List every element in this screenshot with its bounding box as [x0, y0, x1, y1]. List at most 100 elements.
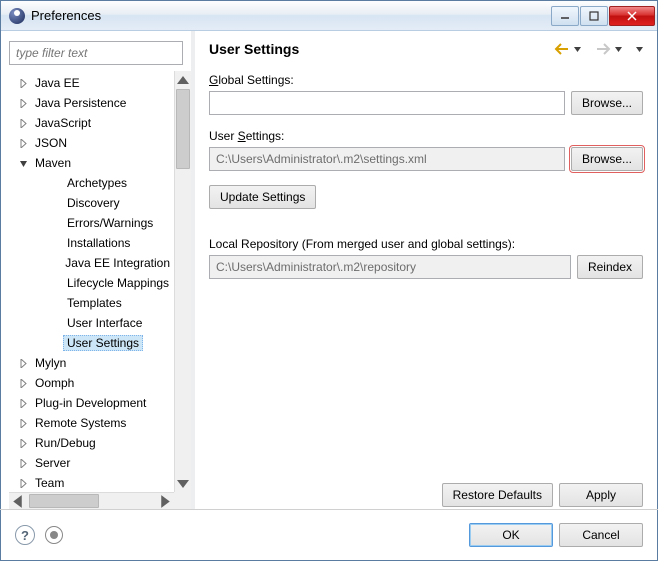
cancel-button[interactable]: Cancel: [559, 523, 643, 547]
content-panel: User Settings Global Settings: Browse...: [195, 31, 657, 509]
update-settings-button[interactable]: Update Settings: [209, 185, 316, 209]
tree-item-label: Java Persistence: [31, 95, 130, 111]
tree-item[interactable]: JSON: [9, 133, 174, 153]
tree-item[interactable]: Installations: [9, 233, 174, 253]
apply-button[interactable]: Apply: [559, 483, 643, 507]
local-repo-group: Local Repository (From merged user and g…: [209, 237, 643, 279]
back-icon[interactable]: [554, 42, 570, 56]
scroll-right-button[interactable]: [157, 493, 174, 509]
tree-item-label: Run/Debug: [31, 435, 100, 451]
page-buttons: Restore Defaults Apply: [209, 473, 643, 509]
preferences-window: Preferences Java EE Java Persistence JavaS…: [0, 0, 658, 561]
record-icon[interactable]: [45, 526, 63, 544]
chevron-right-icon[interactable]: [17, 357, 29, 369]
filter-box: [9, 41, 183, 65]
scroll-left-button[interactable]: [9, 493, 26, 509]
tree-item[interactable]: JavaScript: [9, 113, 174, 133]
tree-item[interactable]: Java Persistence: [9, 93, 174, 113]
help-icon[interactable]: ?: [15, 525, 35, 545]
tree-item[interactable]: Templates: [9, 293, 174, 313]
tree-item-label: Java EE: [31, 75, 84, 91]
tree-item-label: Errors/Warnings: [63, 215, 157, 231]
tree-item[interactable]: Lifecycle Mappings: [9, 273, 174, 293]
page-title: User Settings: [209, 41, 554, 57]
tree-item[interactable]: Java EE: [9, 73, 174, 93]
maximize-button[interactable]: [580, 6, 608, 26]
tree-item[interactable]: Discovery: [9, 193, 174, 213]
tree-container: Java EE Java Persistence JavaScript JSON Mav…: [9, 71, 191, 509]
forward-menu-icon[interactable]: [615, 42, 622, 56]
user-settings-input[interactable]: [209, 147, 565, 171]
ok-button[interactable]: OK: [469, 523, 553, 547]
update-row: Update Settings: [209, 185, 643, 209]
vertical-scroll-thumb[interactable]: [176, 89, 190, 169]
tree-item[interactable]: Team: [9, 473, 174, 492]
chevron-right-icon[interactable]: [17, 117, 29, 129]
back-menu-icon[interactable]: [574, 42, 581, 56]
tree-item[interactable]: Oomph: [9, 373, 174, 393]
tree-item-label: Oomph: [31, 375, 78, 391]
user-settings-group: User Settings: Browse...: [209, 129, 643, 171]
close-button[interactable]: [609, 6, 655, 26]
app-icon: [9, 8, 25, 24]
global-settings-group: Global Settings: Browse...: [209, 73, 643, 115]
tree-item-label: Archetypes: [63, 175, 131, 191]
tree-item[interactable]: Remote Systems: [9, 413, 174, 433]
chevron-right-icon[interactable]: [17, 437, 29, 449]
chevron-right-icon[interactable]: [17, 137, 29, 149]
chevron-right-icon[interactable]: [17, 377, 29, 389]
global-browse-button[interactable]: Browse...: [571, 91, 643, 115]
preferences-tree[interactable]: Java EE Java Persistence JavaScript JSON Mav…: [9, 71, 174, 492]
tree-item[interactable]: Mylyn: [9, 353, 174, 373]
tree-item[interactable]: Server: [9, 453, 174, 473]
tree-item[interactable]: User Interface: [9, 313, 174, 333]
tree-item-label: Installations: [63, 235, 134, 251]
minimize-button[interactable]: [551, 6, 579, 26]
sidebar: Java EE Java Persistence JavaScript JSON Mav…: [1, 31, 191, 509]
tree-item-label: Plug-in Development: [31, 395, 150, 411]
window-title: Preferences: [31, 8, 551, 23]
tree-item-label: Server: [31, 455, 74, 471]
tree-item-label: User Settings: [63, 335, 143, 351]
tree-item-label: JSON: [31, 135, 71, 151]
tree-item-label: Mylyn: [31, 355, 70, 371]
vertical-scrollbar[interactable]: [174, 71, 191, 492]
user-settings-label: User Settings:: [209, 129, 643, 143]
chevron-right-icon[interactable]: [17, 417, 29, 429]
titlebar[interactable]: Preferences: [1, 1, 657, 31]
header-nav: [554, 42, 643, 56]
tree-item[interactable]: Maven: [9, 153, 174, 173]
chevron-down-icon[interactable]: [17, 157, 29, 169]
content-header: User Settings: [209, 41, 643, 57]
local-repo-input[interactable]: [209, 255, 571, 279]
scroll-down-button[interactable]: [175, 475, 191, 492]
filter-input[interactable]: [9, 41, 183, 65]
tree-item-label: Templates: [63, 295, 126, 311]
chevron-right-icon[interactable]: [17, 477, 29, 489]
restore-defaults-button[interactable]: Restore Defaults: [442, 483, 553, 507]
tree-item[interactable]: Archetypes: [9, 173, 174, 193]
user-browse-button[interactable]: Browse...: [571, 147, 643, 171]
scroll-up-button[interactable]: [175, 71, 191, 88]
tree-item[interactable]: Plug-in Development: [9, 393, 174, 413]
tree-item-label: User Interface: [63, 315, 146, 331]
forward-icon[interactable]: [595, 42, 611, 56]
chevron-right-icon[interactable]: [17, 97, 29, 109]
tree-item[interactable]: Errors/Warnings: [9, 213, 174, 233]
view-menu-icon[interactable]: [636, 42, 643, 56]
tree-item-label: Team: [31, 475, 68, 491]
tree-item[interactable]: Run/Debug: [9, 433, 174, 453]
chevron-right-icon[interactable]: [17, 77, 29, 89]
horizontal-scrollbar[interactable]: [9, 492, 174, 509]
tree-item-label: Remote Systems: [31, 415, 130, 431]
reindex-button[interactable]: Reindex: [577, 255, 643, 279]
global-settings-input[interactable]: [209, 91, 565, 115]
tree-item[interactable]: User Settings: [9, 333, 174, 353]
tree-item-label: Java EE Integration: [61, 255, 174, 271]
tree-item-label: Maven: [31, 155, 75, 171]
tree-item[interactable]: Java EE Integration: [9, 253, 174, 273]
chevron-right-icon[interactable]: [17, 397, 29, 409]
horizontal-scroll-thumb[interactable]: [29, 494, 99, 508]
footer: ? OK Cancel: [1, 510, 657, 560]
chevron-right-icon[interactable]: [17, 457, 29, 469]
